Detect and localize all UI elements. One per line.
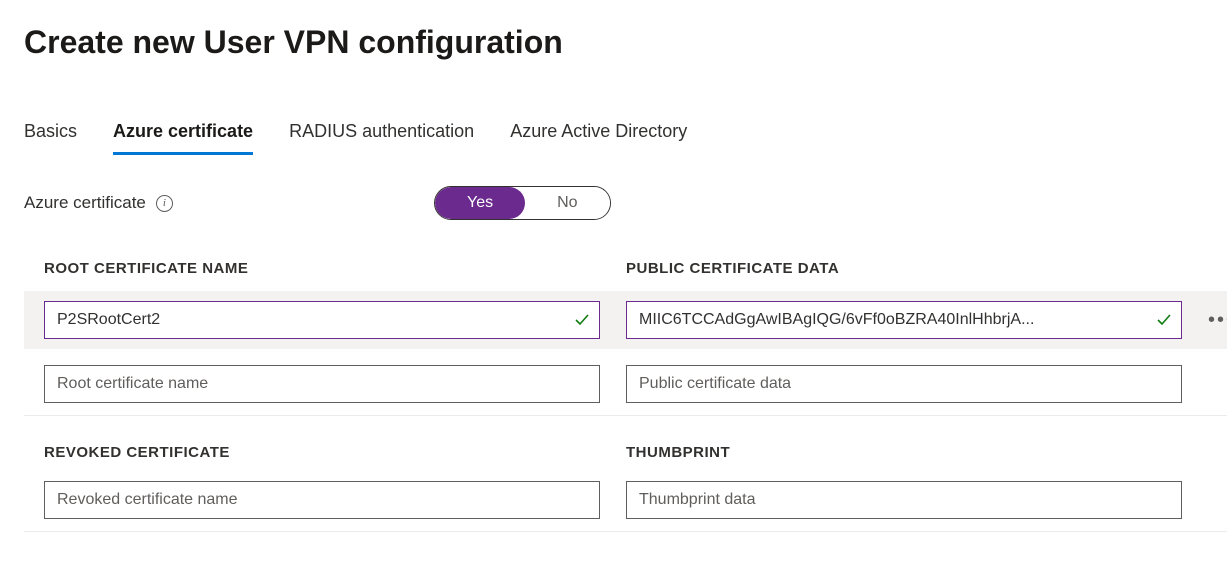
checkmark-icon xyxy=(574,312,590,328)
toggle-option-no[interactable]: No xyxy=(525,187,609,219)
tabs-bar: Basics Azure certificate RADIUS authenti… xyxy=(24,121,1203,156)
thumbprint-header: Thumbprint xyxy=(626,444,1182,461)
tab-basics[interactable]: Basics xyxy=(24,121,77,155)
revoked-cert-header: Revoked certificate xyxy=(44,444,600,461)
page-title: Create new User VPN configuration xyxy=(24,24,1203,61)
table-row: ••• xyxy=(24,291,1227,349)
public-cert-data-header: Public certificate data xyxy=(626,260,1182,277)
table-row xyxy=(24,359,1227,416)
tab-azure-certificate[interactable]: Azure certificate xyxy=(113,121,253,155)
azure-certificate-toggle-label: Azure certificate xyxy=(24,193,146,213)
thumbprint-data-input[interactable] xyxy=(626,481,1182,519)
root-certificate-section: Root certificate name Public certificate… xyxy=(24,260,1203,532)
tab-azure-active-directory[interactable]: Azure Active Directory xyxy=(510,121,687,155)
root-cert-name-empty-input[interactable] xyxy=(44,365,600,403)
checkmark-icon xyxy=(1156,312,1172,328)
tab-radius-authentication[interactable]: RADIUS authentication xyxy=(289,121,474,155)
info-icon[interactable]: i xyxy=(156,195,173,212)
toggle-option-yes[interactable]: Yes xyxy=(435,187,525,219)
public-cert-data-empty-input[interactable] xyxy=(626,365,1182,403)
azure-certificate-toggle-row: Azure certificate i Yes No xyxy=(24,186,1203,220)
table-row xyxy=(24,475,1227,532)
revoked-cert-name-input[interactable] xyxy=(44,481,600,519)
root-cert-name-header: Root certificate name xyxy=(44,260,600,277)
public-cert-data-input[interactable] xyxy=(626,301,1182,339)
root-cert-name-input[interactable] xyxy=(44,301,600,339)
azure-certificate-toggle[interactable]: Yes No xyxy=(434,186,611,220)
